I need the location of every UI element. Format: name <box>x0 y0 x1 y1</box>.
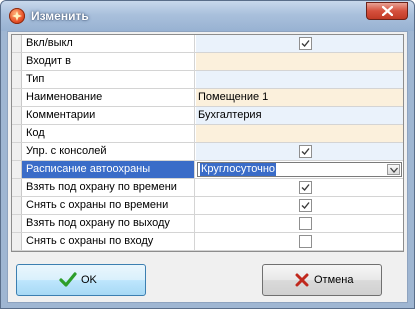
row-indicator <box>12 179 22 196</box>
property-row[interactable]: Наименование Помещение 1 <box>12 89 403 107</box>
ok-button-label: OK <box>81 274 97 286</box>
property-value[interactable] <box>196 179 403 196</box>
checkbox-checked[interactable] <box>299 37 312 50</box>
property-row[interactable]: Снять с охраны по входу <box>12 233 403 251</box>
property-label: Расписание автоохраны <box>22 161 195 178</box>
row-indicator <box>12 53 22 70</box>
row-indicator <box>12 161 22 178</box>
property-row[interactable]: Код <box>12 125 403 143</box>
property-value[interactable] <box>196 71 403 88</box>
property-row[interactable]: Вкл/выкл <box>12 35 403 53</box>
checkbox-checked[interactable] <box>299 199 312 212</box>
close-icon <box>382 6 393 16</box>
property-value[interactable] <box>196 53 403 70</box>
checkmark-icon <box>59 272 77 287</box>
property-value[interactable] <box>196 197 403 214</box>
property-label: Входит в <box>22 53 195 70</box>
property-row[interactable]: Комментарии Бухгалтерия <box>12 107 403 125</box>
row-indicator <box>12 197 22 214</box>
close-button[interactable] <box>366 2 408 20</box>
property-row[interactable]: Расписание автоохраны Круглосуточно <box>12 161 403 179</box>
edit-dialog: Изменить Вкл/выкл Входит в Тип Наименование… <box>0 0 415 309</box>
property-value[interactable]: Круглосуточно <box>196 161 403 178</box>
property-value[interactable] <box>196 35 403 52</box>
property-value[interactable] <box>196 125 403 142</box>
property-row[interactable]: Снять с охраны по времени <box>12 197 403 215</box>
property-label: Наименование <box>22 89 195 106</box>
dropdown-selected-value: Круглосуточно <box>200 163 277 176</box>
row-indicator <box>12 215 22 232</box>
schedule-dropdown[interactable]: Круглосуточно <box>197 162 402 177</box>
ok-button[interactable]: OK <box>16 264 146 296</box>
title-bar[interactable]: Изменить <box>1 1 414 31</box>
window-title: Изменить <box>31 9 89 23</box>
property-value[interactable] <box>196 233 403 250</box>
cancel-button-label: Отмена <box>314 274 354 286</box>
dialog-body: Вкл/выкл Входит в Тип Наименование Помещение… <box>7 31 408 303</box>
property-label: Код <box>22 125 195 142</box>
property-value[interactable] <box>196 215 403 232</box>
property-label: Снять с охраны по входу <box>22 233 195 250</box>
property-label: Тип <box>22 71 195 88</box>
property-value[interactable]: Бухгалтерия <box>196 107 403 124</box>
row-indicator <box>12 233 22 250</box>
property-label: Взять под охрану по выходу <box>22 215 195 232</box>
property-label: Взять под охрану по времени <box>22 179 195 196</box>
row-indicator <box>12 71 22 88</box>
app-icon <box>9 8 25 24</box>
button-bar: OK Отмена <box>11 256 404 300</box>
row-indicator <box>12 89 22 106</box>
property-row[interactable]: Упр. с консолей <box>12 143 403 161</box>
checkbox-unchecked[interactable] <box>299 217 312 230</box>
property-value[interactable]: Помещение 1 <box>196 89 403 106</box>
row-indicator <box>12 143 22 160</box>
checkbox-checked[interactable] <box>299 145 312 158</box>
row-indicator <box>12 107 22 124</box>
cancel-button[interactable]: Отмена <box>262 264 382 296</box>
property-row[interactable]: Взять под охрану по времени <box>12 179 403 197</box>
row-indicator <box>12 125 22 142</box>
property-row[interactable]: Входит в <box>12 53 403 71</box>
chevron-down-icon[interactable] <box>387 164 400 175</box>
property-row[interactable]: Тип <box>12 71 403 89</box>
property-row[interactable]: Взять под охрану по выходу <box>12 215 403 233</box>
property-value[interactable] <box>196 143 403 160</box>
property-label: Вкл/выкл <box>22 35 195 52</box>
row-indicator <box>12 35 22 52</box>
checkbox-unchecked[interactable] <box>299 235 312 248</box>
property-label: Упр. с консолей <box>22 143 195 160</box>
cancel-x-icon <box>295 273 309 287</box>
property-label: Снять с охраны по времени <box>22 197 195 214</box>
checkbox-checked[interactable] <box>299 181 312 194</box>
property-grid: Вкл/выкл Входит в Тип Наименование Помещение… <box>11 34 404 252</box>
property-label: Комментарии <box>22 107 195 124</box>
